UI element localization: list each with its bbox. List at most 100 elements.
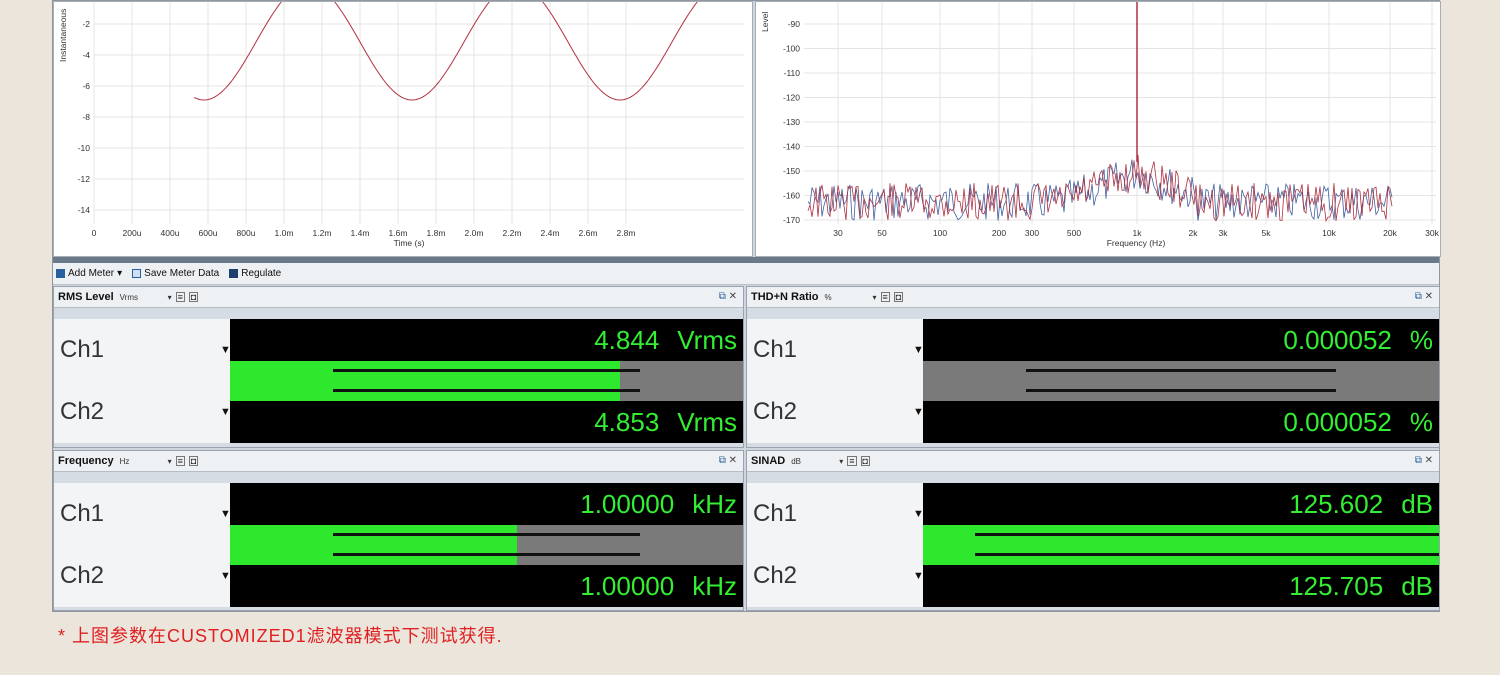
x-tick-label: 20k [1383, 228, 1397, 238]
meter-header: Frequency Hz ▾ ≡ ◘ ⧉ ✕ [54, 451, 743, 472]
x-tick-label: 200u [123, 228, 142, 238]
time-domain-plot: -2 -4 -6 -8 -10 -12 -14 0 200u 400u 600u 800u 1.0m 1.… [58, 2, 744, 248]
channel-name: Ch1 [753, 500, 798, 527]
x-tick-label: 1.4m [351, 228, 370, 238]
meter-unit: Vrms [677, 406, 737, 437]
close-icon[interactable]: ✕ [1425, 455, 1433, 466]
x-tick-label: 300 [1025, 228, 1039, 238]
save-icon [132, 269, 142, 278]
save-meter-data-button[interactable]: Save Meter Data [132, 268, 219, 279]
chevron-down-icon: ▾ [117, 268, 123, 279]
unit-select[interactable]: % ▾ [825, 293, 877, 302]
x-tick-label: 1.0m [275, 228, 294, 238]
popout-icon[interactable]: ⧉ [1415, 291, 1422, 302]
y-tick-label: -4 [82, 50, 90, 60]
time-domain-graph[interactable]: -2 -4 -6 -8 -10 -12 -14 0 200u 400u 600u 800u 1.0m 1.… [53, 1, 753, 257]
x-tick-label: 800u [237, 228, 256, 238]
meter-title: RMS Level [58, 291, 114, 303]
meter-options-icon[interactable]: ◘ [188, 456, 199, 466]
level-bar-ch1 [923, 525, 1439, 545]
meter-value: 125.602 [1289, 488, 1384, 519]
fft-spectrum-graph[interactable]: -90 -100 -110 -120 -130 -140 -150 -160 -170 30 50 1… [755, 1, 1441, 257]
close-icon[interactable]: ✕ [1425, 291, 1433, 302]
unit-select[interactable]: Hz ▾ [120, 457, 172, 466]
level-needle [974, 533, 1439, 536]
channel-label: Ch2 ▼ [54, 545, 231, 607]
meter-value: 125.705 [1289, 570, 1384, 601]
x-tick-label: 1.2m [313, 228, 332, 238]
channel-name: Ch2 [753, 562, 798, 589]
meter-value: 4.853 [594, 406, 660, 437]
meter-settings-icon[interactable]: ≡ [847, 456, 857, 466]
add-meter-button[interactable]: Add Meter ▾ [56, 268, 122, 279]
x-tick-label: 2.8m [617, 228, 636, 238]
x-tick-label: 400u [161, 228, 180, 238]
popout-icon[interactable]: ⧉ [1415, 455, 1422, 466]
popout-icon[interactable]: ⧉ [719, 455, 726, 466]
meter-value: 1.00000 [580, 488, 675, 519]
meter-settings-icon[interactable]: ≡ [175, 456, 185, 466]
x-tick-label: 2.2m [503, 228, 522, 238]
unit-select-value: Vrms [119, 292, 139, 302]
meter-options-icon[interactable]: ◘ [893, 292, 904, 302]
x-axis-label: Frequency (Hz) [1107, 238, 1166, 248]
x-tick-label: 600u [199, 228, 218, 238]
popout-icon[interactable]: ⧉ [719, 291, 726, 302]
x-tick-label: 30k [1425, 228, 1439, 238]
y-tick-label: -110 [784, 68, 801, 78]
meter-readout: 125.705 dB [923, 565, 1439, 607]
x-tick-label: 50 [877, 228, 887, 238]
channel-name: Ch2 [753, 398, 798, 425]
save-meter-data-label: Save Meter Data [144, 268, 220, 279]
close-icon[interactable]: ✕ [729, 291, 737, 302]
y-tick-label: -120 [783, 93, 800, 103]
meter-readout: 1.00000 kHz [230, 483, 743, 525]
frequency-meter: Frequency Hz ▾ ≡ ◘ ⧉ ✕ Ch1 ▼ 1.00000 kHz Ch… [53, 450, 744, 611]
unit-select[interactable]: dB ▾ [791, 457, 843, 466]
meter-options-icon[interactable]: ◘ [188, 292, 199, 302]
x-tick-label: 3k [1219, 228, 1229, 238]
meter-readout: 1.00000 kHz [230, 565, 743, 607]
x-tick-label: 0 [92, 228, 97, 238]
x-tick-label: 5k [1262, 228, 1272, 238]
y-tick-label: -140 [783, 142, 800, 152]
regulate-button[interactable]: Regulate [229, 268, 281, 279]
y-tick-label: -170 [783, 215, 800, 225]
waveform-trace [193, 2, 698, 101]
add-icon [56, 269, 65, 278]
x-tick-label: 1.8m [427, 228, 446, 238]
meter-settings-icon[interactable]: ≡ [880, 292, 890, 302]
channel-label: Ch1 ▼ [747, 483, 924, 545]
meter-row-ch2: Ch2 ▼ 125.705 dB [747, 545, 1439, 607]
x-tick-label: 1.6m [389, 228, 408, 238]
channel-name: Ch2 [60, 398, 105, 425]
unit-select-value: % [824, 292, 832, 302]
meter-header: THD+N Ratio % ▾ ≡ ◘ ⧉ ✕ [747, 287, 1439, 308]
meter-settings-icon[interactable]: ≡ [175, 292, 185, 302]
regulate-label: Regulate [241, 268, 282, 279]
meter-row-ch2: Ch2 ▼ 0.000052% [747, 381, 1439, 443]
close-icon[interactable]: ✕ [729, 455, 737, 466]
rms-level-meter: RMS Level Vrms ▾ ≡ ◘ ⧉ ✕ Ch1 ▼ 4.844 Vrms C… [53, 286, 744, 448]
y-tick-label: -8 [82, 112, 90, 122]
panel-controls: ⧉ ✕ [719, 455, 737, 466]
y-tick-label: -12 [78, 174, 91, 184]
meter-value: 1.00000 [580, 570, 675, 601]
channel-name: Ch2 [60, 562, 105, 589]
meter-title: Frequency [58, 455, 114, 467]
level-bar-ch1 [923, 361, 1439, 381]
meter-options-icon[interactable]: ◘ [860, 456, 870, 466]
unit-select[interactable]: Vrms ▾ [120, 293, 172, 302]
x-tick-label: 2.4m [541, 228, 560, 238]
x-tick-label: 2.0m [465, 228, 484, 238]
y-axis-label: Instantaneous [58, 9, 68, 62]
unit-select-value: dB [791, 456, 802, 466]
meter-unit: kHz [692, 488, 737, 519]
fft-spectrum-plot: -90 -100 -110 -120 -130 -140 -150 -160 -170 30 50 1… [760, 2, 1440, 248]
level-bar-ch1 [230, 361, 743, 381]
level-needle [1026, 369, 1336, 372]
chevron-down-icon: ▾ [167, 292, 172, 302]
meter-unit: % [1409, 406, 1433, 437]
meter-unit: Vrms [677, 324, 737, 355]
level-needle [332, 533, 641, 536]
